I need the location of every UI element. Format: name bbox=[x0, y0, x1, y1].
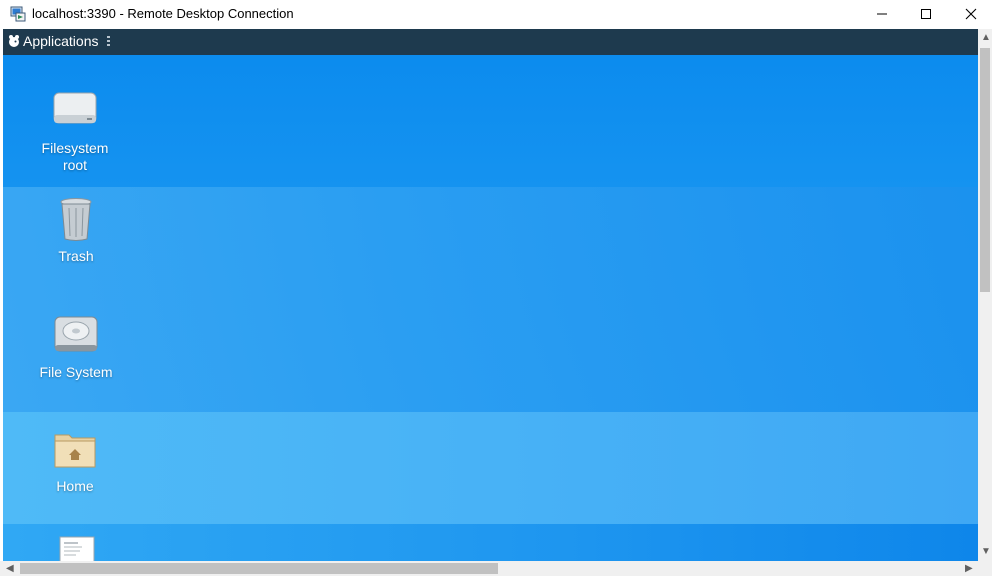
horizontal-scroll-thumb[interactable] bbox=[20, 563, 498, 574]
document-icon bbox=[59, 536, 95, 561]
scroll-left-icon[interactable]: ◀ bbox=[6, 564, 14, 574]
scroll-down-icon[interactable]: ▼ bbox=[981, 547, 991, 557]
harddisk-icon bbox=[54, 316, 98, 352]
desktop-icon-label: Home bbox=[56, 478, 94, 494]
vertical-scroll-thumb[interactable] bbox=[980, 48, 990, 292]
panel-grip-icon[interactable] bbox=[107, 36, 110, 48]
desktop-icon-file-system[interactable]: File System bbox=[31, 311, 121, 381]
desktop-icon-filesystem-root[interactable]: Filesystem root bbox=[30, 87, 120, 174]
minimize-button[interactable] bbox=[859, 0, 905, 28]
desktop-icon-trash[interactable]: Trash bbox=[31, 195, 121, 265]
close-button[interactable] bbox=[948, 0, 992, 28]
window-titlebar[interactable]: localhost:3390 - Remote Desktop Connecti… bbox=[0, 0, 992, 28]
scroll-up-icon[interactable]: ▲ bbox=[981, 33, 991, 43]
maximize-button[interactable] bbox=[903, 0, 949, 28]
minimize-icon bbox=[877, 13, 887, 15]
xfce-mouse-icon bbox=[9, 35, 19, 47]
desktop-icon-document[interactable] bbox=[31, 535, 121, 561]
desktop-icon-label: Filesystem bbox=[41, 140, 109, 156]
desktop-icon-label: Trash bbox=[58, 248, 94, 264]
remote-desktop-area[interactable]: Applications Filesystem root Trash File … bbox=[3, 29, 978, 561]
applications-menu[interactable]: Applications bbox=[23, 33, 99, 49]
desktop-icon-label: File System bbox=[39, 364, 113, 380]
home-folder-icon bbox=[54, 434, 96, 468]
scroll-right-icon[interactable]: ▶ bbox=[965, 564, 973, 574]
window-title: localhost:3390 - Remote Desktop Connecti… bbox=[32, 6, 294, 21]
desktop-icon-home[interactable]: Home bbox=[30, 425, 120, 495]
top-panel: Applications bbox=[3, 29, 978, 55]
drive-icon bbox=[53, 92, 97, 124]
close-icon bbox=[965, 8, 977, 20]
trash-icon bbox=[60, 198, 92, 241]
maximize-icon bbox=[921, 9, 931, 19]
desktop-wallpaper bbox=[3, 29, 978, 561]
desktop-icon-label: root bbox=[62, 157, 88, 173]
remote-desktop-icon bbox=[10, 6, 26, 22]
